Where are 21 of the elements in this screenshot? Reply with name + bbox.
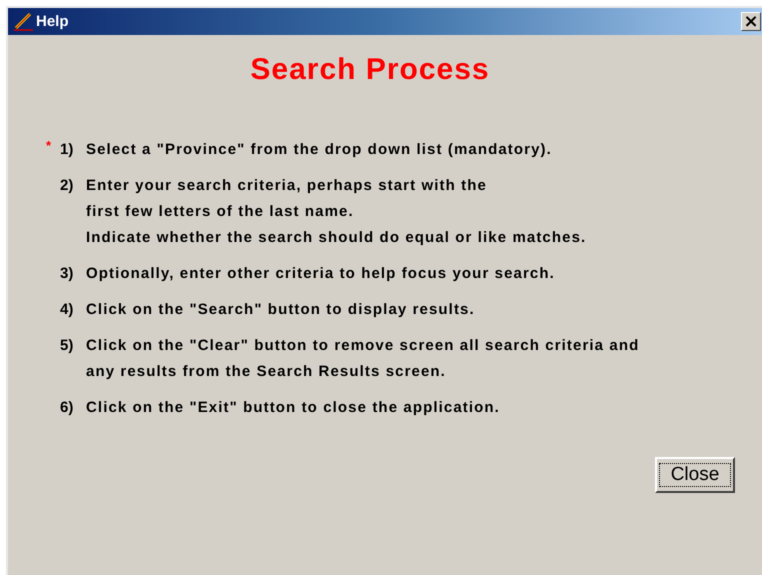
step-text: Click on the "Exit" button to close the application. — [86, 398, 500, 418]
close-button[interactable]: × — [741, 12, 761, 31]
step-number: 3) — [60, 264, 74, 284]
step-text: any results from the Search Results screen. — [86, 362, 447, 382]
step-text: Click on the "Clear" button to remove screen all search criteria and — [86, 336, 640, 356]
step-text: Click on the "Search" button to display results. — [86, 300, 475, 320]
step-number: 5) — [60, 336, 74, 356]
required-mark: * — [46, 137, 54, 155]
help-heading: Search Process — [249, 53, 491, 87]
step-number: 1) — [60, 140, 74, 160]
step-text: Indicate whether the search should do equal or like matches. — [86, 228, 586, 248]
step-text: Enter your search criteria, perhaps start with the — [86, 176, 488, 196]
step-text: first few letters of the last name. — [86, 202, 355, 222]
pencil-icon — [12, 12, 34, 32]
window-title: Help — [36, 13, 69, 30]
step-number: 4) — [60, 300, 74, 320]
step-text: Select a "Province" from the drop down list (mandatory). — [86, 140, 552, 160]
close-button[interactable]: Close — [655, 457, 735, 493]
step-text: Optionally, enter other criteria to help focus your search. — [86, 264, 555, 284]
step-number: 6) — [60, 398, 74, 418]
step-number: 2) — [60, 176, 74, 196]
